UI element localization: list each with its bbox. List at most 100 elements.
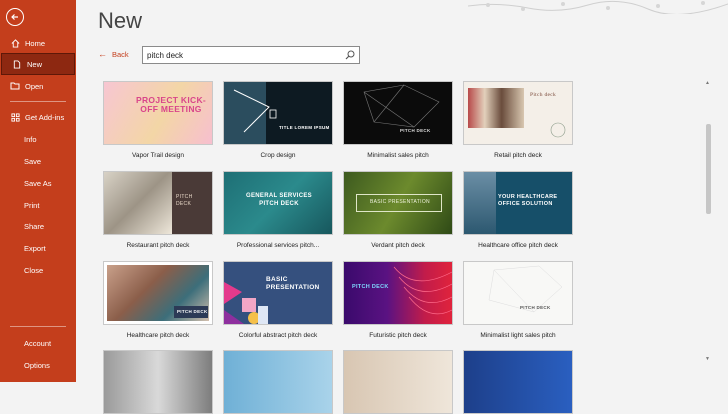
- template-tile-healthcare-office[interactable]: YOUR HEALTHCARE OFFICE SOLUTION Healthca…: [463, 171, 573, 249]
- template-thumbnail[interactable]: GENERAL SERVICES PITCH DECK: [223, 171, 333, 235]
- template-tile-verdant[interactable]: BASIC PRESENTATION Verdant pitch deck: [343, 171, 453, 249]
- sidebar-item-new[interactable]: New: [1, 53, 75, 75]
- sidebar-item-label: Save As: [24, 178, 52, 188]
- sidebar-item-export[interactable]: Export: [0, 237, 76, 259]
- crop-graphic: [224, 82, 277, 144]
- wave-lines: [393, 266, 452, 315]
- template-tile-professional-services[interactable]: GENERAL SERVICES PITCH DECK Professional…: [223, 171, 333, 249]
- decorative-branches: [468, 0, 728, 14]
- template-label: Crop design: [260, 152, 296, 159]
- thumbnail-title: BASIC PRESENTATION: [370, 199, 430, 205]
- restaurant-photo: [104, 172, 172, 234]
- template-label: Healthcare office pitch deck: [478, 242, 558, 249]
- template-label: Verdant pitch deck: [371, 242, 425, 249]
- template-label: Retail pitch deck: [494, 152, 542, 159]
- template-label: Futuristic pitch deck: [369, 332, 427, 339]
- new-file-icon: [12, 59, 22, 69]
- template-tile-partial[interactable]: [463, 350, 573, 414]
- sidebar-item-label: Home: [25, 38, 46, 48]
- grid-icon: [10, 112, 20, 122]
- template-tile-partial[interactable]: [223, 350, 333, 414]
- template-thumbnail[interactable]: PITCH DECK: [103, 261, 213, 325]
- sidebar-item-open[interactable]: Open: [0, 75, 76, 97]
- sidebar-item-info[interactable]: Info: [0, 128, 76, 150]
- sidebar-item-save-as[interactable]: Save As: [0, 172, 76, 194]
- template-tile-futuristic[interactable]: PITCH DECK Futuristic pitch deck: [343, 261, 453, 339]
- thumbnail-title: PROJECT KICK-OFF MEETING: [136, 95, 207, 114]
- template-thumbnail[interactable]: PITCH DECK: [463, 261, 573, 325]
- template-label: Colorful abstract pitch deck: [238, 332, 318, 339]
- template-thumbnail[interactable]: PITCH DECK: [103, 171, 213, 235]
- template-tile-restaurant[interactable]: PITCH DECK Restaurant pitch deck: [103, 171, 213, 249]
- thumbnail-title: TITLE LOREM IPSUM: [279, 125, 330, 130]
- sidebar-item-label: Options: [24, 360, 50, 370]
- template-thumbnail[interactable]: TITLE LOREM IPSUM: [223, 81, 333, 145]
- sidebar-item-label: New: [27, 59, 43, 69]
- template-thumbnail[interactable]: [223, 350, 333, 414]
- light-wireframe: [488, 265, 563, 313]
- template-tile-healthcare[interactable]: PITCH DECK Healthcare pitch deck: [103, 261, 213, 339]
- template-thumbnail[interactable]: YOUR HEALTHCARE OFFICE SOLUTION: [463, 171, 573, 235]
- search-input[interactable]: [143, 47, 339, 63]
- thumbnail-title: PITCH DECK: [176, 194, 193, 207]
- template-thumbnail[interactable]: BASIC PRESENTATION: [223, 261, 333, 325]
- healthcare-photo: [464, 172, 496, 234]
- sidebar-item-print[interactable]: Print: [0, 194, 76, 216]
- back-link[interactable]: ← Back: [98, 49, 129, 59]
- abstract-shapes: [224, 282, 268, 324]
- template-tile-minimalist-light[interactable]: PITCH DECK Minimalist light sales pitch: [463, 261, 573, 339]
- sidebar-item-label: Get Add-ins: [25, 112, 65, 122]
- template-tile-partial[interactable]: [103, 350, 213, 414]
- template-thumbnail[interactable]: PITCH DECK: [343, 81, 453, 145]
- sidebar-item-home[interactable]: Home: [0, 32, 76, 54]
- thumbnail-title: PITCH DECK: [177, 309, 208, 314]
- template-label: Healthcare pitch deck: [126, 332, 190, 339]
- left-arrow-icon: ←: [98, 49, 107, 59]
- vertical-scrollbar[interactable]: ▲ ▼: [704, 80, 713, 370]
- template-thumbnail[interactable]: [103, 350, 213, 414]
- home-icon: [10, 38, 20, 48]
- template-tile-crop[interactable]: TITLE LOREM IPSUM Crop design: [223, 81, 333, 159]
- thumbnail-title: BASIC PRESENTATION: [266, 276, 320, 291]
- scroll-up-icon[interactable]: ▲: [705, 80, 710, 86]
- sidebar-item-save[interactable]: Save: [0, 150, 76, 172]
- leaf-decor: [550, 122, 566, 138]
- template-tile-colorful-abstract[interactable]: BASIC PRESENTATION Colorful abstract pit…: [223, 261, 333, 339]
- sidebar-item-account[interactable]: Account: [0, 332, 76, 354]
- template-thumbnail[interactable]: [343, 350, 453, 414]
- scrollbar-thumb[interactable]: [706, 124, 711, 214]
- sidebar-item-share[interactable]: Share: [0, 215, 76, 237]
- backstage-sidebar: Home New Open Get Add-ins Info Save Save…: [0, 0, 76, 382]
- scroll-down-icon[interactable]: ▼: [705, 356, 710, 362]
- template-thumbnail[interactable]: Pitch deck: [463, 81, 573, 145]
- template-thumbnail[interactable]: PITCH DECK: [343, 261, 453, 325]
- template-tile-vapor-trail[interactable]: PROJECT KICK-OFF MEETING Vapor Trail des…: [103, 81, 213, 159]
- template-tile-partial[interactable]: [343, 350, 453, 414]
- back-arrow-icon: [11, 14, 18, 20]
- template-tile-minimalist-sales[interactable]: PITCH DECK Minimalist sales pitch: [343, 81, 453, 159]
- template-search-box[interactable]: [142, 46, 360, 64]
- sidebar-divider: [10, 101, 66, 102]
- thumbnail-title: PITCH DECK: [520, 305, 551, 310]
- open-folder-icon: [10, 81, 20, 91]
- sidebar-item-get-add-ins[interactable]: Get Add-ins: [0, 106, 76, 128]
- template-thumbnail[interactable]: PROJECT KICK-OFF MEETING: [103, 81, 213, 145]
- back-arrow-button[interactable]: [6, 8, 24, 26]
- template-label: Professional services pitch...: [236, 242, 320, 249]
- sidebar-item-label: Account: [24, 338, 52, 348]
- sidebar-item-options[interactable]: Options: [0, 354, 76, 376]
- thumbnail-title: PITCH DECK: [400, 128, 431, 133]
- thumbnail-title: Pitch deck: [530, 92, 557, 98]
- page-title: New: [98, 8, 143, 33]
- back-link-label: Back: [112, 49, 129, 59]
- template-tile-retail[interactable]: Pitch deck Retail pitch deck: [463, 81, 573, 159]
- thumbnail-title: GENERAL SERVICES PITCH DECK: [246, 193, 312, 207]
- template-thumbnail[interactable]: [463, 350, 573, 414]
- sidebar-item-close[interactable]: Close: [0, 259, 76, 281]
- sidebar-item-label: Export: [24, 243, 46, 253]
- template-label: Vapor Trail design: [132, 152, 184, 159]
- template-thumbnail[interactable]: BASIC PRESENTATION: [343, 171, 453, 235]
- sidebar-item-label: Share: [24, 221, 45, 231]
- sidebar-item-label: Close: [24, 265, 44, 275]
- search-icon[interactable]: [345, 50, 355, 60]
